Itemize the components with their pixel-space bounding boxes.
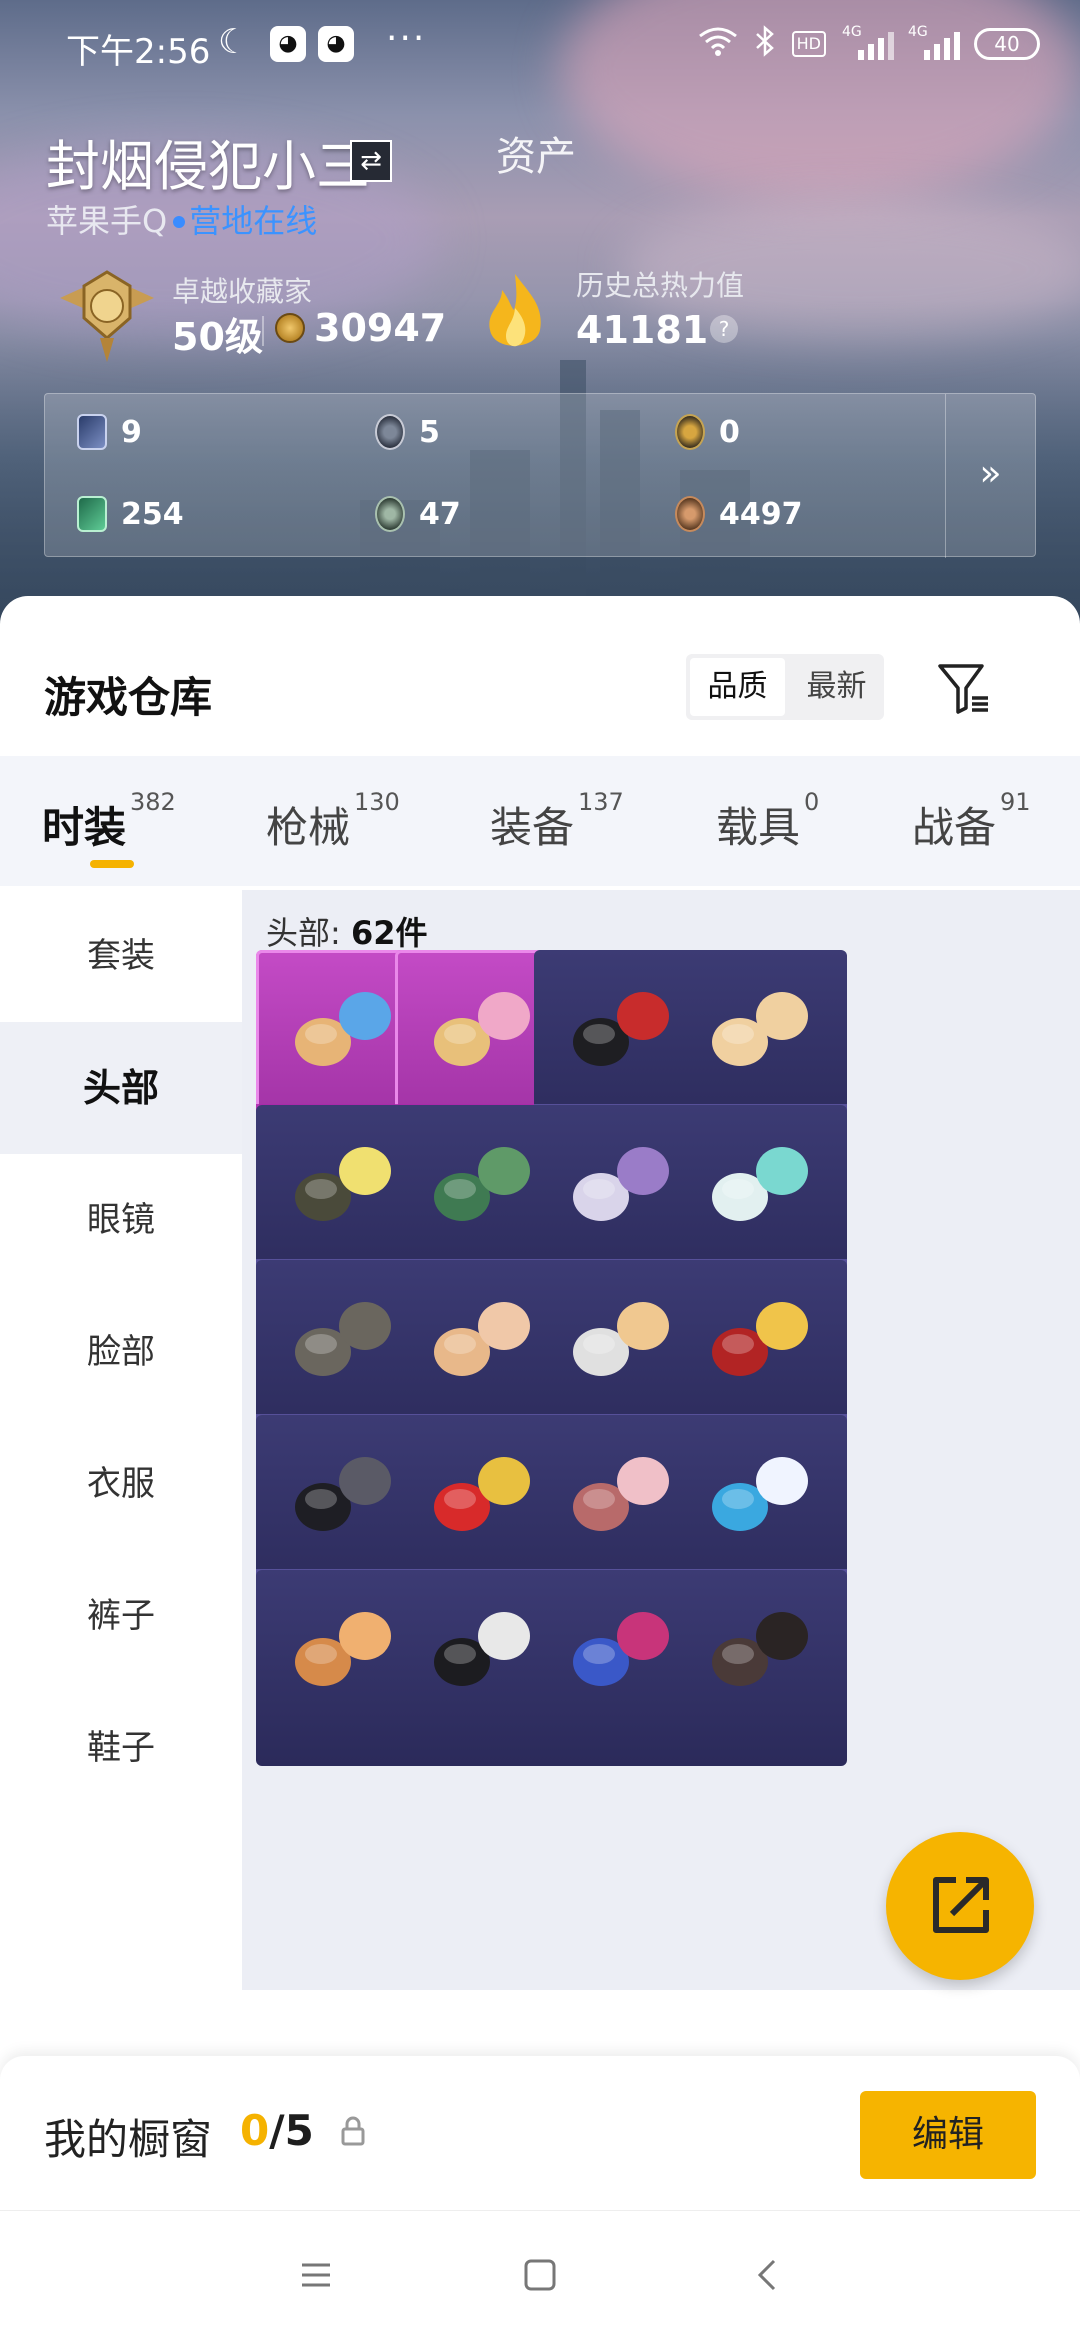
asset-item: 4497 [675,496,803,532]
signal-icon: 4G [842,24,894,64]
tab-guns[interactable]: 枪械130 [266,788,400,855]
hair-accessory-icon [434,1612,530,1686]
more-notifications-icon: ··· [386,18,427,59]
lock-icon [340,2116,366,2146]
coin-icon [275,313,305,343]
showcase-count: 0/5 [240,2106,314,2155]
hair-accessory-icon [712,992,808,1066]
bronze-coin-icon [675,496,705,532]
hair-accessory-icon [573,1147,669,1221]
menu-icon[interactable] [296,2255,336,2295]
qq-notification-icon: ◕ [270,26,306,62]
side-item-face[interactable]: 脸部 [0,1286,242,1418]
player-name: 封烟侵犯小三 [46,135,370,198]
card-icon [77,414,107,450]
collector-title: 卓越收藏家 [172,275,313,308]
section-title: 头部: 62件 [266,914,428,952]
hair-accessory-icon [295,1147,391,1221]
system-nav-bar [0,2210,1080,2340]
hair-accessory-icon [573,1612,669,1686]
asset-item: 5 [375,414,440,450]
filter-icon[interactable] [936,660,992,716]
tab-assets[interactable]: 资产 [496,124,576,182]
tab-vehicles[interactable]: 载具0 [716,788,819,855]
my-showcase-bar: 我的橱窗 0/5 编辑 [0,2056,1080,2210]
home-icon[interactable] [520,2255,560,2295]
status-bar: 下午2:56 ☾ ◕ ◕ ··· HD 4G 4G 40 [0,0,1080,96]
share-button[interactable] [886,1832,1034,1980]
active-tab-indicator [90,860,134,868]
subcategory-sidebar: 套装 头部 眼镜 脸部 衣服 裤子 鞋子 [0,890,242,1990]
online-status: 营地在线 [189,202,318,240]
hair-accessory-icon [712,1302,808,1376]
ticket-icon [77,496,107,532]
heat-label: 历史总热力值 [576,269,745,302]
moon-icon: ☾ [218,22,249,62]
badge-icon [675,414,705,450]
wifi-icon [698,26,738,63]
collector-medal-icon [52,268,162,364]
tab-fashion[interactable]: 时装382 [42,788,176,855]
platform-label: 苹果手Q [46,202,168,240]
chevron-right-icon[interactable]: » [945,394,1035,558]
hair-accessory-icon [573,1457,669,1531]
coin-count: 30947 [314,306,447,350]
hair-accessory-icon [434,992,530,1066]
showcase-label: 我的橱窗 [44,2115,213,2164]
side-item-shoes[interactable]: 鞋子 [0,1682,242,1814]
heat-value: 41181 [576,308,709,352]
sort-latest[interactable]: 最新 [789,654,884,720]
sort-quality[interactable]: 品质 [690,658,785,716]
online-dot-icon [173,216,186,228]
player-level: 50级 [172,315,263,359]
share-external-icon [933,1877,989,1933]
back-icon[interactable] [748,2255,788,2295]
platform-line: 苹果手Q 营地在线 [46,196,317,242]
side-item-clothes[interactable]: 衣服 [0,1418,242,1550]
side-item-head[interactable]: 头部 [0,1022,242,1154]
sort-toggle[interactable]: 品质 最新 [686,654,884,720]
battery-indicator: 40 [974,28,1040,60]
hair-accessory-icon [295,1457,391,1531]
asset-item: 0 [675,414,740,450]
orb-icon [375,496,405,532]
item-grid: 头部: 62件 梦幻火箭发饰筑梦精灵发饰鹤鸣发饰海盐绵绵冰发饰缤纷果语花环青玉碎… [242,890,1080,1990]
asset-item: 254 [77,496,184,532]
warehouse-title: 游戏仓库 [44,673,213,722]
status-time: 下午2:56 [66,32,211,72]
hair-accessory-icon [295,992,391,1066]
hair-accessory-icon [434,1147,530,1221]
hair-accessory-icon [434,1302,530,1376]
side-item-pants[interactable]: 裤子 [0,1550,242,1682]
hair-accessory-icon [573,1302,669,1376]
hd-voice-icon: HD [791,31,826,57]
category-tabs: 时装382 枪械130 装备137 载具0 战备91 [0,756,1080,886]
qq-notification-icon: ◕ [318,26,354,62]
hair-accessory-icon [295,1302,391,1376]
side-item-glasses[interactable]: 眼镜 [0,1154,242,1286]
hair-accessory-icon [712,1147,808,1221]
hair-accessory-icon [434,1457,530,1531]
asset-item: 9 [77,414,142,450]
tab-equipment[interactable]: 装备137 [490,788,624,855]
hair-accessory-icon [712,1457,808,1531]
grid-item[interactable] [673,1570,847,1766]
edit-button[interactable]: 编辑 [860,2091,1036,2179]
flame-icon [480,270,550,360]
asset-item: 47 [375,496,461,532]
asset-summary[interactable]: 9 5 0 254 47 4497 » [44,393,1036,558]
signal-icon: 4G [908,24,960,64]
bluetooth-icon [754,24,776,64]
hair-accessory-icon [573,992,669,1066]
profile-header: 下午2:56 ☾ ◕ ◕ ··· HD 4G 4G 40 封烟侵犯小三 ⇄ 资产 [0,0,1080,640]
hair-accessory-icon [295,1612,391,1686]
help-icon[interactable]: ? [710,315,738,343]
hair-accessory-icon [712,1612,808,1686]
switch-account-icon[interactable]: ⇄ [350,140,392,182]
side-item-sets[interactable]: 套装 [0,890,242,1022]
token-icon [375,414,405,450]
tab-supplies[interactable]: 战备91 [912,788,1031,855]
